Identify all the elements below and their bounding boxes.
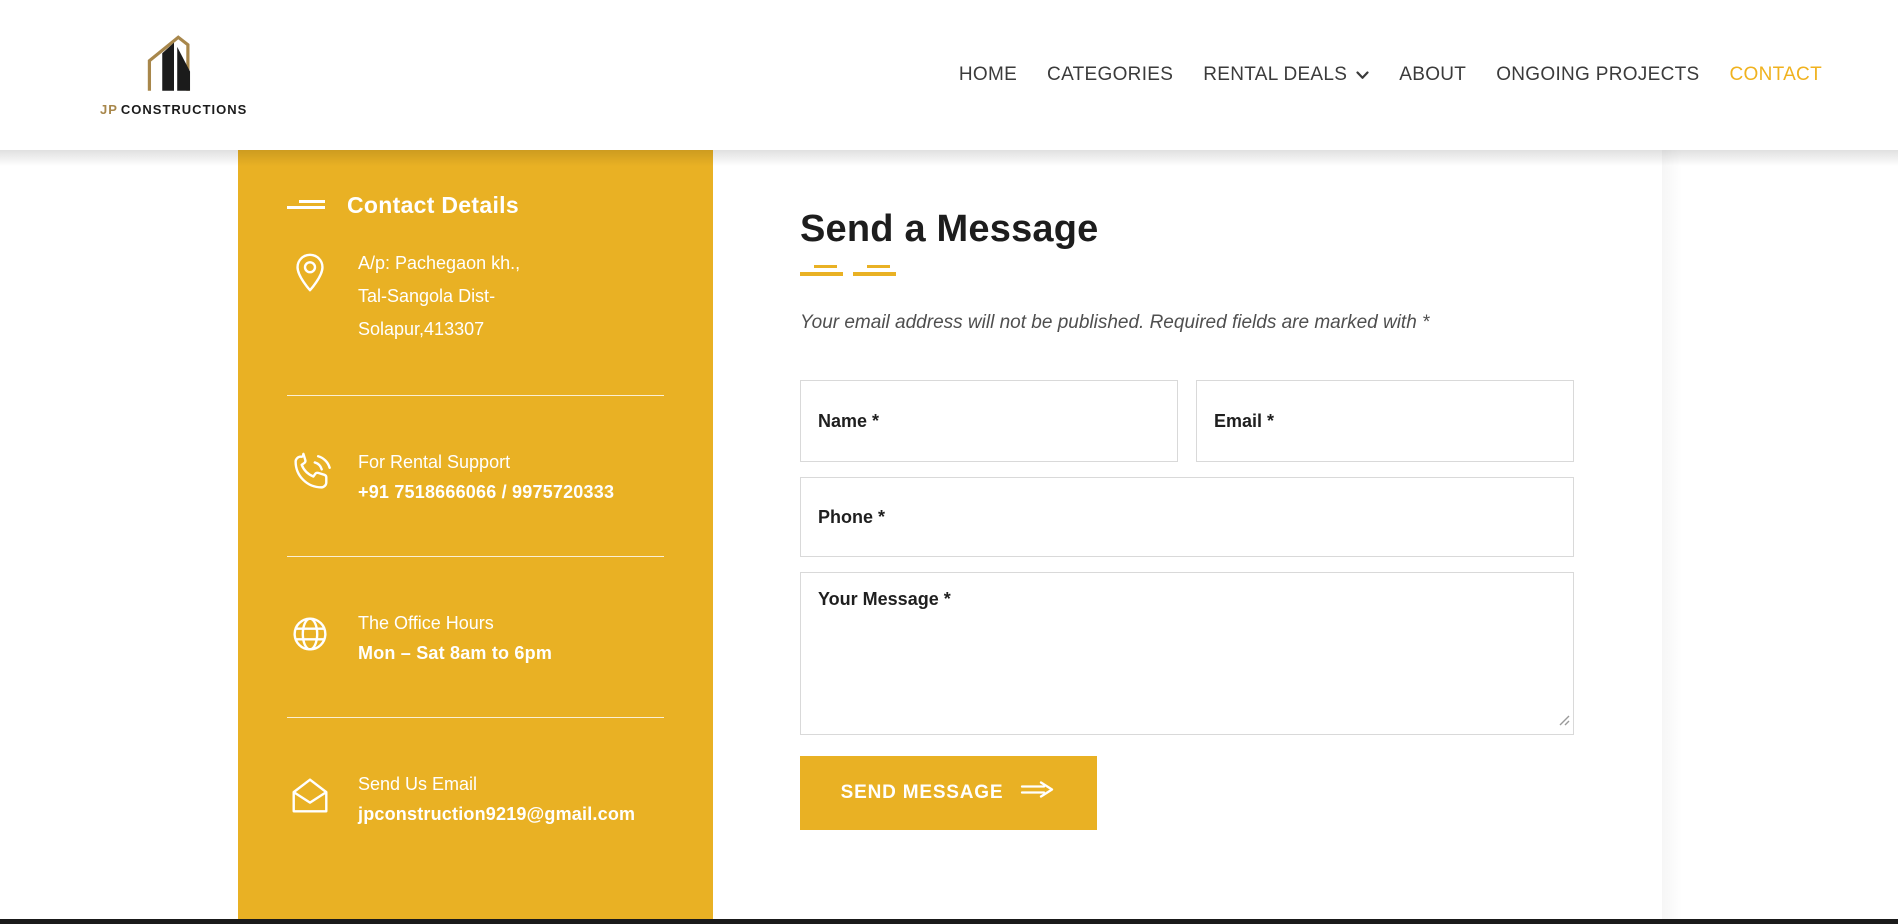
- nav-item-about[interactable]: ABOUT: [1399, 64, 1466, 86]
- phone-icon: [287, 450, 333, 496]
- address-item: A/p: Pachegaon kh., Tal-Sangola Dist- So…: [287, 247, 664, 346]
- content-right-edge: [1662, 150, 1898, 924]
- contact-details-panel: Contact Details A/p: Pachegaon kh., Tal-…: [238, 150, 713, 924]
- office-hours-text: The Office Hours Mon – Sat 8am to 6pm: [358, 608, 552, 668]
- envelope-icon: [287, 772, 333, 818]
- nav-item-rental-deals[interactable]: RENTAL DEALS: [1203, 64, 1369, 86]
- phone-number[interactable]: +91 7518666066 / 9975720333: [358, 478, 614, 507]
- phone-text: For Rental Support +91 7518666066 / 9975…: [358, 447, 614, 507]
- email-text: Send Us Email jpconstruction9219@gmail.c…: [358, 769, 635, 829]
- globe-icon: [287, 611, 333, 657]
- brand-name: JPCONSTRUCTIONS: [100, 102, 247, 117]
- email-field-label: Email *: [1214, 411, 1274, 432]
- email-address[interactable]: jpconstruction9219@gmail.com: [358, 800, 635, 829]
- send-message-section: Send a Message Your email address will n…: [800, 150, 1574, 830]
- sidebar-divider: [287, 717, 664, 718]
- location-pin-icon: [287, 250, 333, 296]
- privacy-note: Your email address will not be published…: [800, 312, 1574, 334]
- title-dash-decoration: [287, 200, 327, 211]
- message-field[interactable]: Your Message *: [800, 572, 1574, 735]
- contact-page: JPCONSTRUCTIONS HOME CATEGORIES RENTAL D…: [0, 0, 1898, 924]
- message-field-label: Your Message *: [818, 589, 951, 610]
- phone-item: For Rental Support +91 7518666066 / 9975…: [287, 447, 664, 507]
- panel-title: Contact Details: [347, 192, 519, 219]
- chevron-down-icon: [1356, 64, 1369, 86]
- page-title: Send a Message: [800, 208, 1574, 251]
- office-hours-label: The Office Hours: [358, 608, 552, 639]
- email-label: Send Us Email: [358, 769, 635, 800]
- brand-name-constructions: CONSTRUCTIONS: [121, 102, 247, 117]
- sidebar-divider: [287, 556, 664, 557]
- heading-dash-decoration: [800, 265, 1574, 278]
- email-field[interactable]: Email *: [1196, 380, 1574, 462]
- nav-item-ongoing-projects[interactable]: ONGOING PROJECTS: [1496, 64, 1699, 86]
- address-text: A/p: Pachegaon kh., Tal-Sangola Dist- So…: [358, 247, 520, 346]
- address-line: Solapur,413307: [358, 313, 520, 346]
- office-hours-value: Mon – Sat 8am to 6pm: [358, 639, 552, 668]
- brand-name-jp: JP: [100, 102, 118, 117]
- nav-item-home[interactable]: HOME: [959, 64, 1017, 86]
- email-item: Send Us Email jpconstruction9219@gmail.c…: [287, 769, 664, 829]
- nav-item-contact[interactable]: CONTACT: [1729, 64, 1822, 86]
- footer-top-edge: [0, 919, 1898, 924]
- phone-label: For Rental Support: [358, 447, 614, 478]
- name-field[interactable]: Name *: [800, 380, 1178, 462]
- address-line: A/p: Pachegaon kh.,: [358, 247, 520, 280]
- content-area: Contact Details A/p: Pachegaon kh., Tal-…: [0, 150, 1898, 924]
- buildings-logo-icon: [136, 33, 212, 100]
- nav-item-categories[interactable]: CATEGORIES: [1047, 64, 1173, 86]
- office-hours-item: The Office Hours Mon – Sat 8am to 6pm: [287, 608, 664, 668]
- phone-field-label: Phone *: [818, 507, 885, 528]
- name-field-label: Name *: [818, 411, 879, 432]
- send-message-button[interactable]: SEND MESSAGE: [800, 756, 1097, 830]
- form-row: Name * Email *: [800, 380, 1574, 462]
- send-message-label: SEND MESSAGE: [841, 782, 1004, 804]
- phone-field[interactable]: Phone *: [800, 477, 1574, 557]
- sidebar-divider: [287, 395, 664, 396]
- site-header: JPCONSTRUCTIONS HOME CATEGORIES RENTAL D…: [0, 0, 1898, 150]
- textarea-resize-handle[interactable]: [1558, 713, 1570, 731]
- main-nav: HOME CATEGORIES RENTAL DEALS ABOUT ONGOI…: [959, 64, 1822, 86]
- address-line: Tal-Sangola Dist-: [358, 280, 520, 313]
- panel-title-row: Contact Details: [287, 192, 664, 219]
- arrow-right-icon: [1020, 781, 1056, 805]
- contact-form: Name * Email * Phone * Your Message *: [800, 380, 1574, 830]
- nav-item-rental-deals-label: RENTAL DEALS: [1203, 64, 1347, 86]
- brand-logo[interactable]: JPCONSTRUCTIONS: [100, 33, 247, 117]
